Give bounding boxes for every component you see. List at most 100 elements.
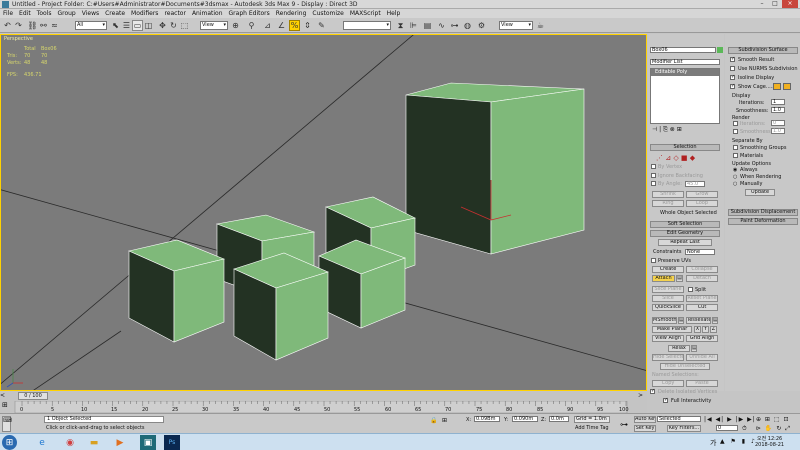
- select-manipulate-icon[interactable]: ⚲: [246, 20, 257, 31]
- create-button[interactable]: Create: [652, 266, 684, 273]
- render-iterations-checkbox[interactable]: [733, 121, 738, 126]
- always-radio[interactable]: ◉: [733, 167, 737, 173]
- slice-plane-button[interactable]: Slice Plane: [652, 286, 684, 293]
- time-slider[interactable]: 0 / 100: [18, 392, 48, 400]
- absolute-mode-icon[interactable]: ⊞: [442, 417, 447, 424]
- spinner-snap-icon[interactable]: ⇕: [302, 20, 313, 31]
- set-key-button[interactable]: Set Key: [634, 425, 656, 432]
- manually-radio[interactable]: ○: [733, 181, 737, 187]
- bind-space-warp-icon[interactable]: ≈: [49, 20, 60, 31]
- paint-deformation-header[interactable]: Paint Deformation: [728, 218, 798, 225]
- box-front-center[interactable]: [233, 252, 329, 361]
- media-player-icon[interactable]: ▶: [112, 435, 128, 450]
- when-rendering-radio[interactable]: ○: [733, 174, 737, 180]
- box-front-left[interactable]: [128, 239, 225, 343]
- ie-icon[interactable]: e: [34, 435, 50, 450]
- playback-controls[interactable]: |◀ ◀| ▶ |▶ ▶|: [704, 416, 756, 423]
- select-rotate-icon[interactable]: ↻: [168, 20, 179, 31]
- render-viewport-dropdown[interactable]: View: [499, 21, 533, 30]
- collapse-button[interactable]: Collapse: [686, 266, 718, 273]
- layer-manager-icon[interactable]: ▤: [422, 20, 433, 31]
- named-selection-sets-dropdown[interactable]: [343, 21, 391, 30]
- subobject-level-icons[interactable]: ⋰ ⊿ ◇ ■ ◆: [656, 154, 695, 162]
- photoshop-icon[interactable]: Ps: [164, 435, 180, 450]
- isoline-display-checkbox[interactable]: ✓: [730, 75, 735, 80]
- select-move-icon[interactable]: ✥: [157, 20, 168, 31]
- menu-modifiers[interactable]: Modifiers: [131, 9, 158, 18]
- split-checkbox[interactable]: [688, 287, 693, 292]
- relax-settings-icon[interactable]: ▤: [691, 345, 697, 352]
- mirror-icon[interactable]: ⧗: [395, 20, 406, 31]
- preserve-uvs-checkbox[interactable]: [651, 258, 656, 263]
- full-interactivity-checkbox[interactable]: ✓: [663, 398, 668, 403]
- msmooth-button[interactable]: MSmooth: [652, 317, 677, 324]
- render-smoothness-field[interactable]: 1.0: [771, 128, 785, 134]
- iterations-field[interactable]: 1: [771, 99, 785, 105]
- 3dsmax-icon[interactable]: ▣: [140, 435, 156, 450]
- grow-button[interactable]: Grow: [686, 191, 718, 198]
- current-frame-field[interactable]: 0: [716, 425, 738, 431]
- relax-button[interactable]: Relax: [668, 345, 690, 352]
- make-planar-button[interactable]: Make Planar: [652, 326, 692, 333]
- tessellate-settings-icon[interactable]: ▤: [712, 317, 718, 324]
- select-by-name-icon[interactable]: ☰: [121, 20, 132, 31]
- ignore-backfacing-checkbox[interactable]: [651, 173, 656, 178]
- select-scale-icon[interactable]: ⬚: [179, 20, 190, 31]
- angle-snap-icon[interactable]: ∠: [276, 20, 287, 31]
- close-button[interactable]: ×: [782, 0, 798, 8]
- by-vertex-checkbox[interactable]: [651, 164, 656, 169]
- time-slider-next-icon[interactable]: >: [638, 392, 643, 399]
- cage-selection-color-swatch[interactable]: [783, 83, 791, 90]
- curve-editor-icon[interactable]: ∿: [436, 20, 447, 31]
- unlink-icon[interactable]: ⚯: [38, 20, 49, 31]
- angle-field[interactable]: 45.0: [685, 181, 705, 187]
- auto-key-button[interactable]: Auto Key: [634, 416, 656, 423]
- snaps-toggle-icon[interactable]: ⊿: [262, 20, 273, 31]
- undo-icon[interactable]: ↶: [2, 20, 13, 31]
- viewport-nav-controls[interactable]: ⊕ ⊞ ⬚ ⊡: [756, 416, 789, 423]
- show-cage-checkbox[interactable]: ✓: [730, 84, 735, 89]
- chrome-icon[interactable]: ◉: [62, 435, 78, 450]
- attach-button[interactable]: Attach: [652, 275, 675, 282]
- object-color-swatch[interactable]: [717, 47, 723, 53]
- key-filters-button[interactable]: Key Filters...: [667, 425, 701, 432]
- x-coordinate-field[interactable]: 0.09Bm: [474, 416, 500, 422]
- detach-button[interactable]: Detach: [686, 275, 718, 282]
- box-large[interactable]: [405, 82, 585, 255]
- add-time-tag[interactable]: Add Time Tag: [574, 425, 610, 432]
- set-key-mode-icon[interactable]: ⊶: [620, 420, 628, 429]
- selection-filter-dropdown[interactable]: All: [75, 21, 107, 30]
- stack-tools-icons[interactable]: ⊣ | ⎘ ⊗ ⊞: [652, 126, 682, 134]
- select-link-icon[interactable]: ⛓: [27, 20, 38, 31]
- menu-views[interactable]: Views: [82, 9, 99, 18]
- select-object-icon[interactable]: ⬉: [110, 20, 121, 31]
- subdivision-displacement-header[interactable]: Subdivision Displacement: [728, 209, 798, 216]
- window-crossing-icon[interactable]: ◫: [143, 20, 154, 31]
- edit-geometry-rollout-header[interactable]: Edit Geometry: [650, 230, 720, 237]
- grid-align-button[interactable]: Grid Align: [686, 335, 718, 342]
- y-coordinate-field[interactable]: 0.090m: [512, 416, 538, 422]
- selection-rollout-header[interactable]: Selection: [650, 144, 720, 151]
- quick-render-icon[interactable]: ☕: [535, 20, 546, 31]
- subdivision-surface-header[interactable]: Subdivision Surface: [728, 47, 798, 54]
- quickslice-button[interactable]: QuickSlice: [652, 304, 684, 311]
- smooth-result-checkbox[interactable]: ✓: [730, 57, 735, 62]
- stack-item-editable-poly[interactable]: Editable Poly: [651, 69, 719, 76]
- viewport-nav-controls-2[interactable]: ⊳ ✋ ↻ ⤢: [756, 425, 791, 433]
- maximize-button[interactable]: □: [769, 0, 781, 8]
- percent-snap-icon[interactable]: %: [289, 20, 300, 31]
- loop-button[interactable]: Loop: [686, 200, 718, 207]
- use-nurms-checkbox[interactable]: [730, 66, 735, 71]
- shrink-button[interactable]: Shrink: [652, 191, 684, 198]
- paste-button[interactable]: Paste: [686, 380, 718, 387]
- reset-plane-button[interactable]: Reset Plane: [686, 295, 718, 302]
- menu-rendering[interactable]: Rendering: [276, 9, 307, 18]
- render-smoothness-checkbox[interactable]: [733, 129, 738, 134]
- minimize-button[interactable]: –: [756, 0, 768, 8]
- menu-graph-editors[interactable]: Graph Editors: [229, 9, 270, 18]
- object-name-field[interactable]: Box06: [650, 47, 716, 53]
- menu-reactor[interactable]: reactor: [164, 9, 186, 18]
- pivot-center-icon[interactable]: ⊕: [230, 20, 241, 31]
- view-align-button[interactable]: View Align: [652, 335, 684, 342]
- smoothness-field[interactable]: 1.0: [771, 107, 785, 113]
